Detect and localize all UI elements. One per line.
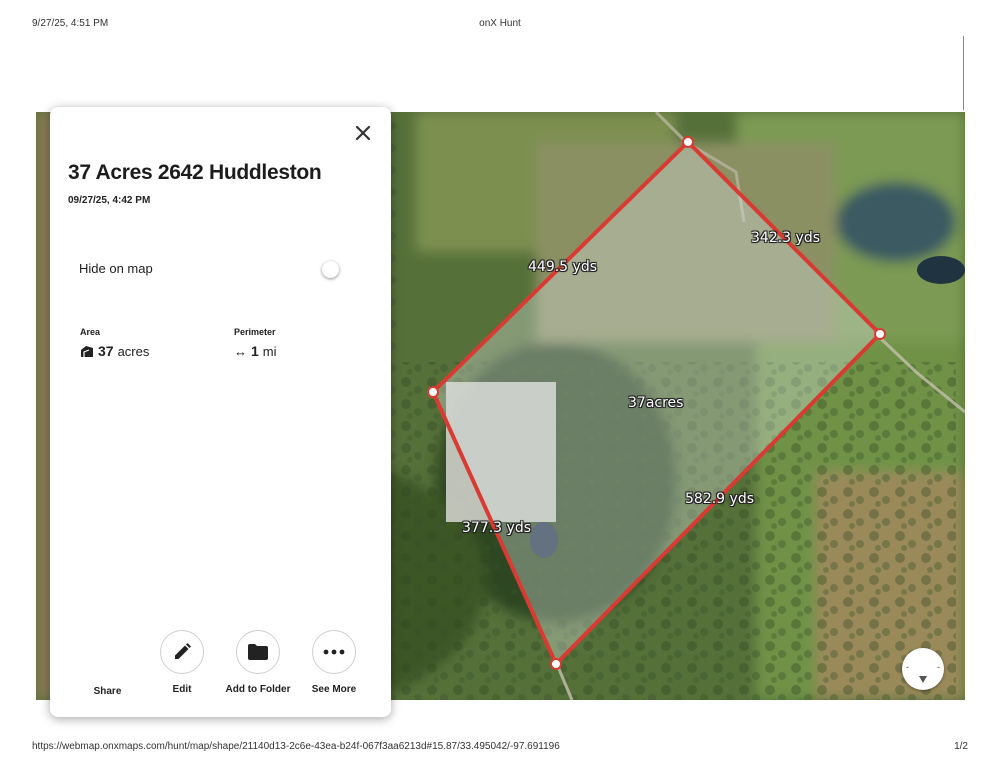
area-stat: Area 37 acres <box>80 327 149 359</box>
perimeter-label: Perimeter <box>234 327 276 337</box>
toggle-knob <box>322 261 339 278</box>
vertex-handle[interactable] <box>682 136 694 148</box>
pencil-icon <box>175 643 191 659</box>
compass-arrow-icon <box>919 676 927 683</box>
shape-details-panel: 37 Acres 2642 Huddleston 09/27/25, 4:42 … <box>50 107 391 717</box>
shape-date: 09/27/25, 4:42 PM <box>68 195 151 206</box>
add-to-folder-label: Add to Folder <box>225 684 291 695</box>
print-title: onX Hunt <box>479 18 521 29</box>
divider <box>963 36 964 110</box>
see-more-button[interactable]: See More <box>294 630 374 695</box>
side-length-label: 582.9 yds <box>685 491 754 507</box>
hide-on-map-row: Hide on map <box>79 259 349 281</box>
add-to-folder-button[interactable]: Add to Folder <box>218 630 298 695</box>
vertex-handle[interactable] <box>550 658 562 670</box>
area-icon <box>81 345 93 357</box>
area-label: Area <box>80 327 101 337</box>
print-header: 9/27/25, 4:51 PM onX Hunt <box>32 18 968 32</box>
area-value: 37 <box>98 343 114 359</box>
shape-title: 37 Acres 2642 Huddleston <box>68 161 322 184</box>
area-label: 37acres <box>628 395 684 411</box>
see-more-label: See More <box>311 684 357 695</box>
folder-icon <box>248 644 268 660</box>
perimeter-unit: mi <box>262 343 277 359</box>
side-length-label: 449.5 yds <box>528 259 597 275</box>
more-icon <box>323 649 345 655</box>
share-button[interactable]: Share <box>80 686 135 697</box>
vertex-handle[interactable] <box>427 386 439 398</box>
hide-on-map-label: Hide on map <box>79 261 153 276</box>
page-number: 1/2 <box>954 741 968 752</box>
page-url: https://webmap.onxmaps.com/hunt/map/shap… <box>32 741 560 752</box>
perimeter-value: 1 <box>251 343 259 359</box>
hide-on-map-toggle[interactable] <box>319 259 349 279</box>
close-button[interactable] <box>353 123 373 143</box>
compass-button[interactable]: - - <box>902 648 944 690</box>
vertex-handle[interactable] <box>874 328 886 340</box>
perimeter-stat: Perimeter ↔ 1 mi <box>234 327 277 359</box>
edit-label: Edit <box>172 684 192 695</box>
area-unit: acres <box>117 343 150 359</box>
perimeter-arrow-icon: ↔ <box>234 343 247 359</box>
side-length-label: 377.3 yds <box>462 520 531 536</box>
side-length-label: 342.3 yds <box>751 230 820 246</box>
print-footer: https://webmap.onxmaps.com/hunt/map/shap… <box>32 741 968 755</box>
close-icon <box>355 125 371 141</box>
edit-button[interactable]: Edit <box>142 630 222 695</box>
share-label: Share <box>93 686 122 697</box>
